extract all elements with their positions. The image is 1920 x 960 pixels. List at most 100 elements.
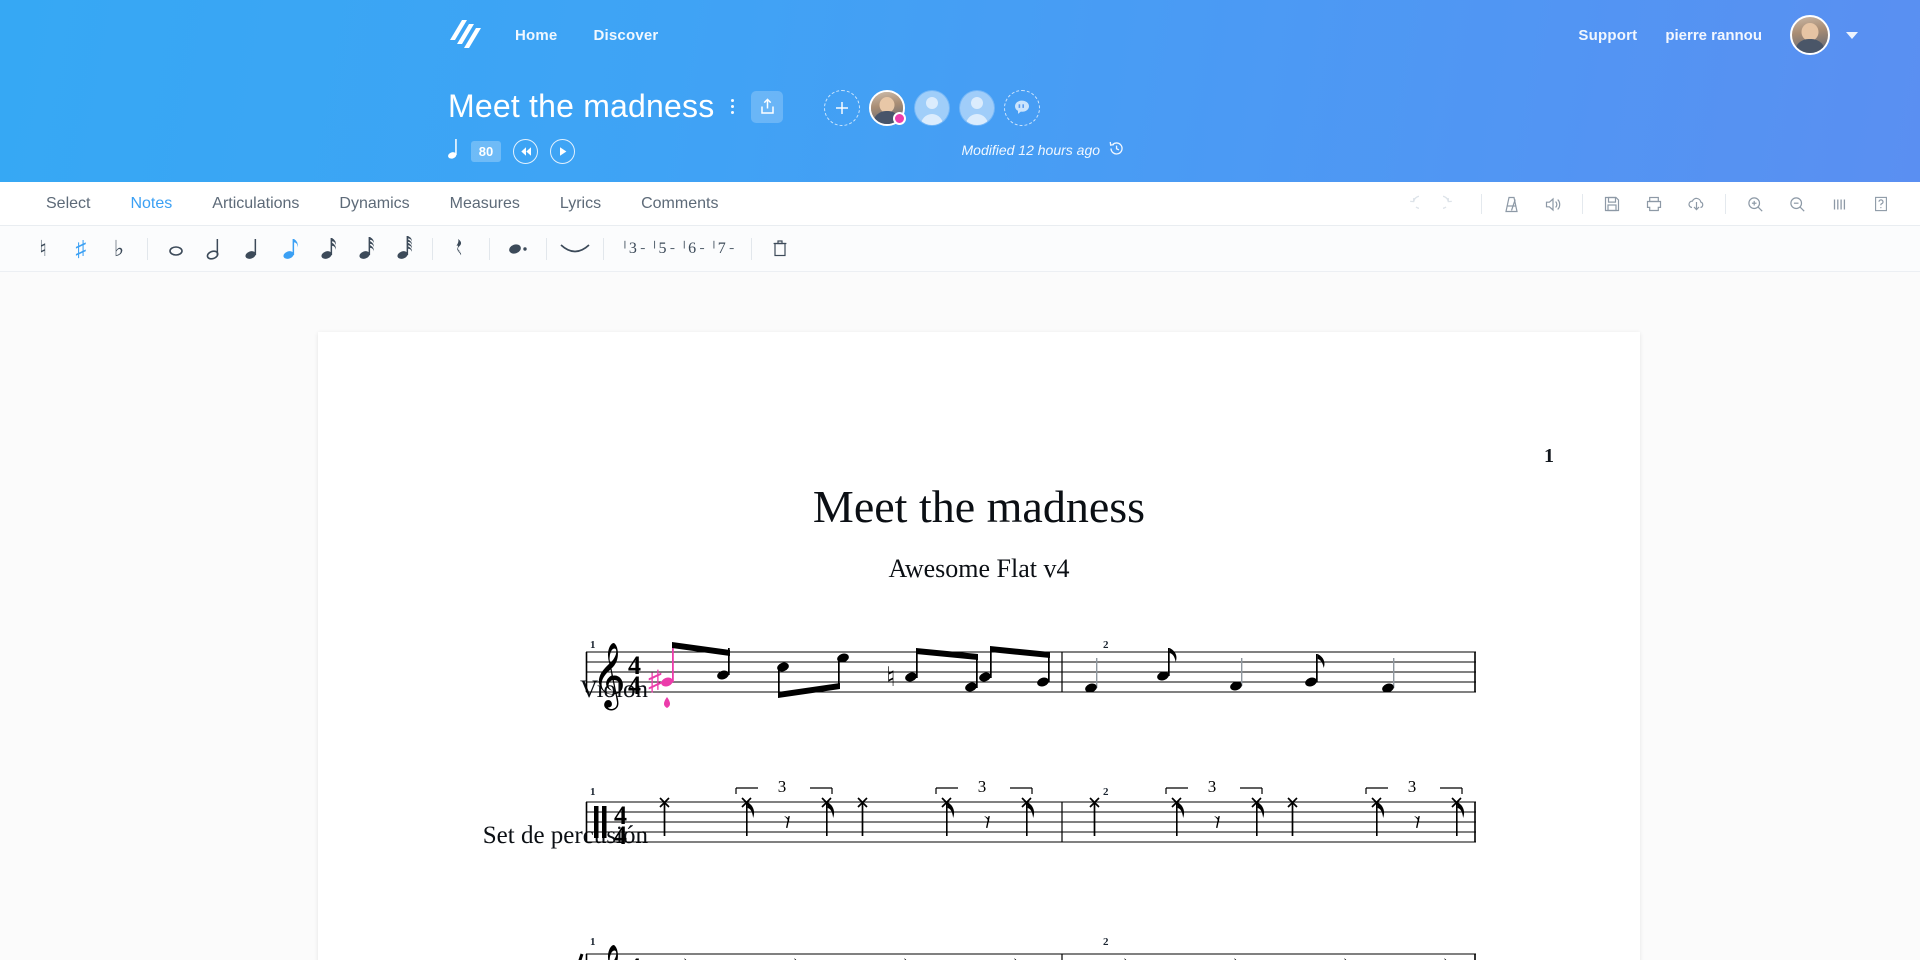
collaborator-avatar: [915, 91, 949, 125]
score-sheet[interactable]: 1 Meet the madness Awesome Flat v4 Violo…: [318, 332, 1640, 960]
svg-text:𝄞: 𝄞: [592, 642, 626, 711]
collaborator-me[interactable]: [869, 90, 906, 126]
tuplet-7-icon[interactable]: ╵ 7 ╶: [708, 240, 736, 258]
playback-controls: 80: [448, 138, 575, 164]
add-collaborator-icon[interactable]: [824, 90, 860, 126]
sixtyfourth-note-icon[interactable]: [385, 226, 423, 272]
print-icon[interactable]: [1633, 182, 1675, 226]
metronome-icon[interactable]: [1490, 182, 1532, 226]
user-name-label[interactable]: pierre rannou: [1665, 27, 1762, 44]
tuplet-number: 3: [978, 777, 987, 796]
tab-select[interactable]: Select: [26, 195, 110, 213]
svg-text:4: 4: [614, 821, 627, 850]
tab-comments[interactable]: Comments: [621, 195, 738, 213]
tie-slur-icon[interactable]: [556, 226, 594, 272]
quarter-note-icon: [448, 138, 459, 164]
document-title-row: Meet the madness: [448, 88, 784, 125]
collaborator-2[interactable]: [914, 90, 950, 126]
thirtysecond-note-icon[interactable]: [347, 226, 385, 272]
toolbar-divider: [1481, 194, 1482, 214]
whole-note-icon[interactable]: [157, 226, 195, 272]
note-toolbar: ♮ ♯ ♭ ╵ 3 ╶ ╵ 5 ╶ ╵ 6 ╶ ╵ 7 ╶: [0, 226, 1920, 272]
play-icon[interactable]: [550, 138, 575, 164]
tab-lyrics[interactable]: Lyrics: [540, 195, 621, 213]
svg-text:𝄞: 𝄞: [592, 944, 626, 960]
svg-text:♮: ♮: [886, 662, 896, 692]
download-icon[interactable]: [1675, 182, 1717, 226]
nav-discover[interactable]: Discover: [593, 27, 658, 44]
rest-icon[interactable]: [442, 226, 480, 272]
natural-icon[interactable]: ♮: [24, 226, 62, 272]
chevron-down-icon[interactable]: [1846, 31, 1858, 39]
tab-notes[interactable]: Notes: [110, 195, 192, 213]
tuplet-5-icon[interactable]: ╵ 5 ╶: [649, 240, 677, 258]
quarter-note-icon[interactable]: [233, 226, 271, 272]
toolbar-divider: [1725, 194, 1726, 214]
tuplet-number: 3: [778, 777, 787, 796]
score-canvas[interactable]: 1 Meet the madness Awesome Flat v4 Violo…: [0, 272, 1920, 960]
half-note-icon[interactable]: [195, 226, 233, 272]
score-title[interactable]: Meet the madness: [318, 480, 1640, 533]
toolbar-divider: [1582, 194, 1583, 214]
collaborator-chat-icon[interactable]: [1004, 90, 1040, 126]
toolbar-divider: [603, 237, 604, 260]
flat-logo-icon[interactable]: [444, 14, 486, 56]
zoom-out-icon[interactable]: [1776, 182, 1818, 226]
page-number: 1: [1544, 445, 1554, 467]
toolbar-divider: [489, 237, 490, 260]
tuplet-number: 3: [1408, 777, 1417, 796]
history-revert-icon[interactable]: [1108, 140, 1125, 160]
toolbar-divider: [750, 237, 752, 260]
collaborator-avatar: [960, 91, 994, 125]
kebab-menu-icon[interactable]: [728, 95, 737, 118]
staff-piano[interactable]: 𝄞 4 4: [562, 932, 1512, 960]
tuplet-6-icon[interactable]: ╵ 6 ╶: [678, 240, 706, 258]
top-navbar: Home Discover Support pierre rannou: [0, 0, 1920, 70]
score-subtitle[interactable]: Awesome Flat v4: [318, 554, 1640, 584]
staff-percussion[interactable]: 4 4 3 3 3 3: [585, 777, 1506, 910]
tuplet-3-icon[interactable]: ╵ 3 ╶: [619, 240, 647, 258]
app-header: Home Discover Support pierre rannou Meet…: [0, 0, 1920, 182]
nav-support[interactable]: Support: [1578, 27, 1637, 44]
tab-articulations[interactable]: Articulations: [192, 195, 319, 213]
editor-menubar: Select Notes Articulations Dynamics Meas…: [0, 182, 1920, 226]
volume-icon[interactable]: [1532, 182, 1574, 226]
eighth-note-icon[interactable]: [271, 226, 309, 272]
sharp-icon[interactable]: ♯: [62, 226, 100, 272]
redo-icon[interactable]: [1431, 182, 1473, 226]
collaborators-row: [824, 90, 1040, 126]
editor-tabs: Select Notes Articulations Dynamics Meas…: [0, 195, 738, 213]
tuplet-number: 3: [1208, 777, 1217, 796]
save-icon[interactable]: [1591, 182, 1633, 226]
selected-note: ♯: [648, 648, 674, 708]
svg-text:♯: ♯: [648, 666, 662, 697]
tempo-value[interactable]: 80: [471, 140, 501, 162]
undo-icon[interactable]: [1389, 182, 1431, 226]
user-avatar[interactable]: [1790, 15, 1830, 55]
status-badge: [893, 112, 906, 125]
rewind-icon[interactable]: [513, 138, 538, 164]
help-icon[interactable]: [1860, 182, 1902, 226]
staff-violon[interactable]: 𝄞 4 4 ♯ ♮: [585, 642, 1506, 760]
share-icon[interactable]: [751, 90, 784, 123]
collaborator-3[interactable]: [959, 90, 995, 126]
main-nav: Home Discover: [515, 0, 658, 70]
toolbar-divider: [432, 237, 433, 260]
tab-dynamics[interactable]: Dynamics: [319, 195, 429, 213]
delete-icon[interactable]: [761, 226, 799, 272]
svg-text:4: 4: [628, 671, 641, 700]
zoom-in-icon[interactable]: [1734, 182, 1776, 226]
flat-icon[interactable]: ♭: [100, 226, 138, 272]
sixteenth-note-icon[interactable]: [309, 226, 347, 272]
user-nav: Support pierre rannou: [1578, 0, 1858, 70]
toolbar-divider: [546, 237, 547, 260]
dotted-note-icon[interactable]: [499, 226, 537, 272]
tab-measures[interactable]: Measures: [430, 195, 540, 213]
layout-icon[interactable]: [1818, 182, 1860, 226]
editor-toolbar: [1389, 182, 1902, 226]
nav-home[interactable]: Home: [515, 27, 557, 44]
modified-status: Modified 12 hours ago: [961, 140, 1125, 160]
svg-text:4: 4: [628, 953, 641, 960]
page-title[interactable]: Meet the madness: [448, 88, 714, 125]
tuplet-group: ╵ 3 ╶ ╵ 5 ╶ ╵ 6 ╶ ╵ 7 ╶: [613, 240, 742, 258]
